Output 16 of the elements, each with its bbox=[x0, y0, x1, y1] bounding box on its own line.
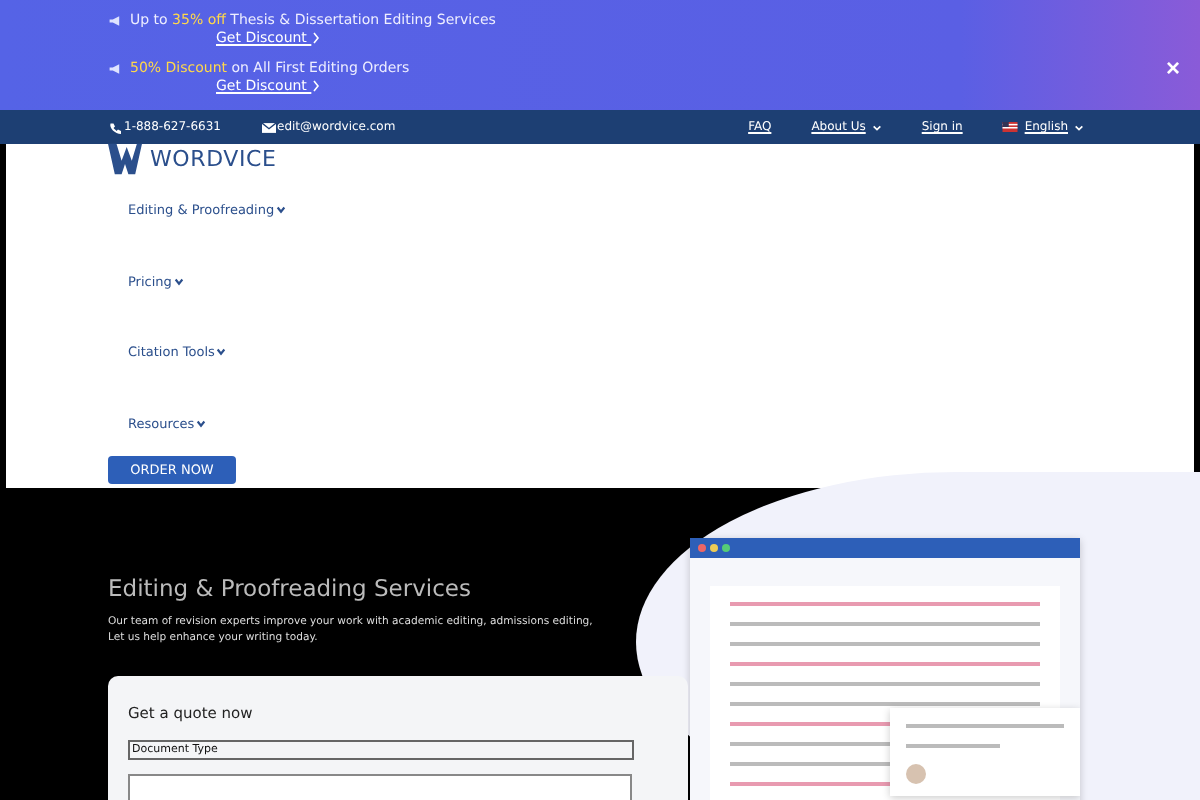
hero-title: Editing & Proofreading Services bbox=[108, 574, 473, 602]
caret-icon bbox=[276, 206, 287, 215]
flag-icon bbox=[1002, 122, 1019, 132]
megaphone-icon bbox=[108, 13, 124, 27]
close-button[interactable]: × bbox=[1165, 54, 1180, 82]
phone-icon bbox=[108, 121, 122, 133]
mail-icon bbox=[261, 121, 275, 133]
logo-icon bbox=[108, 141, 142, 175]
logo-text[interactable]: WORDVICE bbox=[150, 145, 277, 171]
caret-icon bbox=[1074, 123, 1084, 131]
caret-icon bbox=[216, 348, 227, 357]
caret-icon bbox=[196, 419, 207, 428]
caret-icon bbox=[173, 277, 184, 286]
megaphone-icon bbox=[108, 61, 124, 75]
chevron-right-icon bbox=[311, 80, 320, 93]
chevron-right-icon bbox=[311, 32, 320, 45]
